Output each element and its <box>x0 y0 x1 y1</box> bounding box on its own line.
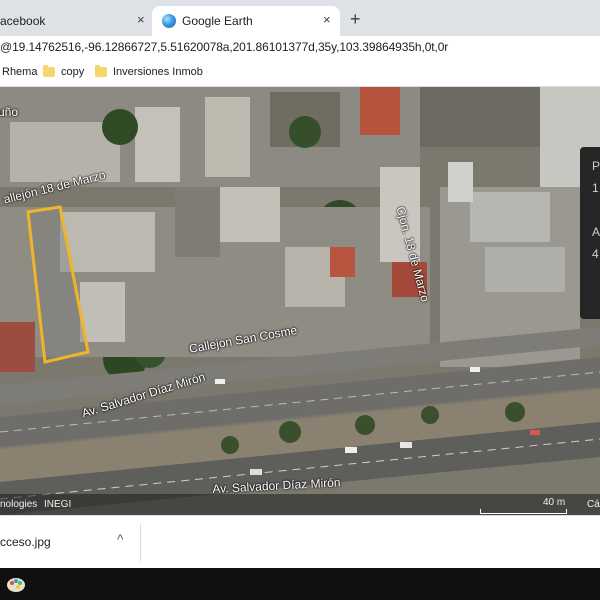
info-panel[interactable]: P 1 A 4 <box>580 147 600 319</box>
scale-label: 40 m <box>543 497 566 508</box>
folder-icon <box>43 65 55 77</box>
tab-google-earth[interactable]: Google Earth × <box>152 6 340 36</box>
attribution-text: nologies <box>0 499 38 510</box>
download-file-name[interactable]: cceso.jpg <box>0 535 51 549</box>
close-icon[interactable]: × <box>137 13 145 27</box>
tab-title: Google Earth <box>182 14 253 28</box>
tab-title: acebook <box>0 14 46 28</box>
info-label: A <box>592 225 600 239</box>
tab-facebook[interactable]: acebook × <box>0 6 150 36</box>
tab-strip: acebook × Google Earth × + <box>0 0 600 36</box>
info-label: P <box>592 159 600 173</box>
satellite-imagery <box>0 87 600 515</box>
info-value: 1 <box>592 181 599 195</box>
download-shelf: cceso.jpg ^ <box>0 515 600 569</box>
bookmark-inversiones[interactable]: Inversiones Inmob <box>95 65 203 78</box>
bookmark-label: Inversiones Inmob <box>113 66 203 78</box>
scale-bar <box>480 509 567 514</box>
bookmark-label: copy <box>61 66 85 78</box>
chevron-up-icon[interactable]: ^ <box>117 531 124 547</box>
url-text[interactable]: @19.14762516,-96.12866727,5.51620078a,20… <box>0 40 448 54</box>
camera-text: Cá <box>587 499 600 510</box>
map-attribution-bar: nologies INEGI 40 m Cá <box>0 494 600 515</box>
paint-icon[interactable] <box>6 575 26 593</box>
divider <box>140 524 141 561</box>
info-value: 4 <box>592 247 599 261</box>
taskbar <box>0 568 600 600</box>
new-tab-button[interactable]: + <box>350 10 361 28</box>
attribution-text: INEGI <box>44 499 72 510</box>
bookmark-label: Rhema <box>2 66 38 78</box>
bookmark-rhema[interactable]: Rhema <box>2 66 37 78</box>
close-icon[interactable]: × <box>323 13 331 27</box>
bookmarks-bar: Rhema copy Inversiones Inmob <box>0 60 600 87</box>
folder-icon <box>95 65 107 77</box>
google-earth-icon <box>162 14 176 28</box>
address-bar[interactable]: @19.14762516,-96.12866727,5.51620078a,20… <box>0 36 600 60</box>
street-label: uño <box>0 105 19 119</box>
satellite-map[interactable]: uño allejón 18 de Marzo Cjon. 18 de Marz… <box>0 87 600 515</box>
bookmark-copy[interactable]: copy <box>43 65 85 78</box>
